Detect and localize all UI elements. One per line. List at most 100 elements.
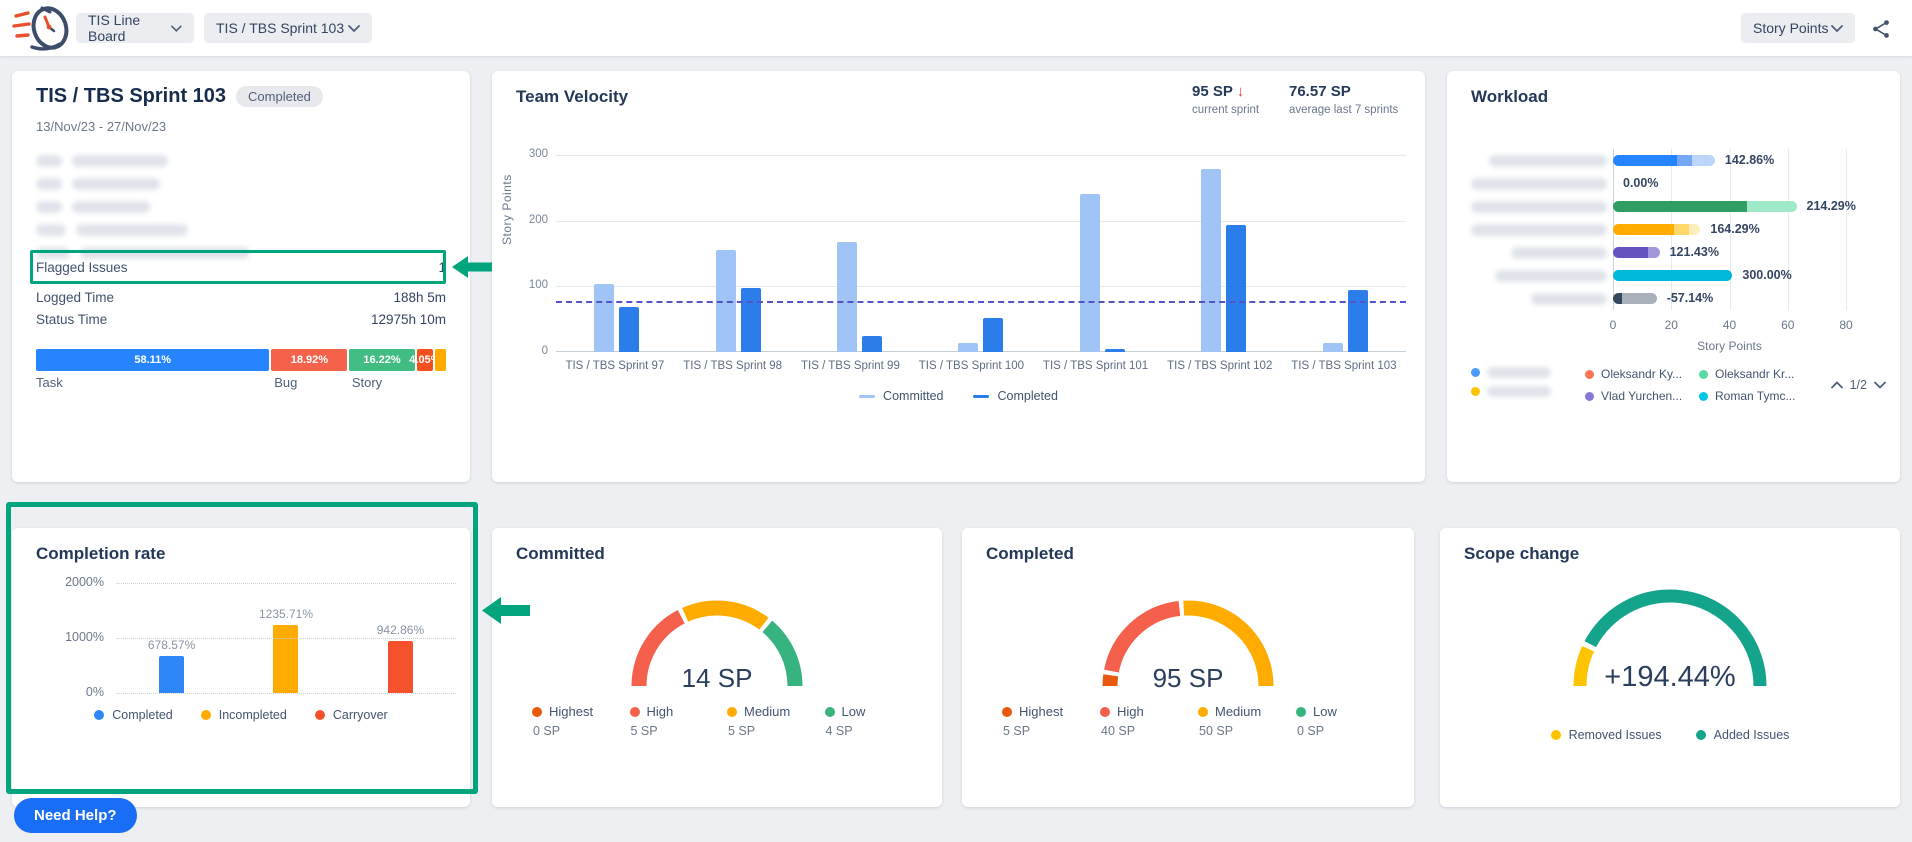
legend-item[interactable]: Oleksandr Kr... xyxy=(1699,367,1803,381)
completed-gauge: 95 SP xyxy=(962,584,1414,696)
legend-item[interactable]: Oleksandr Ky... xyxy=(1585,367,1689,381)
sprint-title: TIS / TBS Sprint 103 xyxy=(36,85,226,108)
workload-value-label: 300.00% xyxy=(1742,268,1791,282)
legend-item-removed-issues[interactable]: Removed Issues xyxy=(1551,728,1662,742)
average-velocity-line xyxy=(556,301,1406,303)
share-button[interactable] xyxy=(1868,16,1894,42)
legend-item-medium[interactable]: Medium50 SP xyxy=(1198,704,1296,738)
gridline xyxy=(116,583,456,584)
status-time-row: Status Time 12975h 10m xyxy=(36,312,446,327)
legend-item-medium[interactable]: Medium5 SP xyxy=(727,704,825,738)
workload-bar-segment xyxy=(1648,247,1660,258)
legend-item-committed[interactable]: Committed xyxy=(859,389,943,403)
workload-row: -57.14% xyxy=(1471,287,1876,310)
legend-item-high[interactable]: High40 SP xyxy=(1100,704,1198,738)
legend-column: Oleksandr Ky... Vlad Yurchen... xyxy=(1585,367,1689,403)
issue-type-segment-other xyxy=(435,349,446,371)
unit-selector-label: Story Points xyxy=(1753,20,1828,36)
legend-dot xyxy=(1100,707,1110,717)
completion-bar-column: 1235.71% xyxy=(259,607,313,693)
blurred-value xyxy=(72,178,160,190)
legend-item-completed[interactable]: Completed xyxy=(973,389,1057,403)
issue-type-label: Task xyxy=(36,375,63,390)
legend-dot xyxy=(1699,392,1708,401)
x-axis-tick: 80 xyxy=(1839,318,1852,332)
legend-item[interactable] xyxy=(1471,386,1575,397)
workload-bar-segment xyxy=(1747,201,1797,212)
legend-dot xyxy=(1471,368,1480,377)
unit-selector-dropdown[interactable]: Story Points xyxy=(1741,13,1855,43)
legend-item-incompleted[interactable]: Incompleted xyxy=(201,708,287,722)
legend-item-high[interactable]: High5 SP xyxy=(630,704,728,738)
average-velocity-stat: 76.57 SP average last 7 sprints xyxy=(1289,83,1398,116)
workload-row: 164.29% xyxy=(1471,218,1876,241)
legend-page-up-button[interactable] xyxy=(1831,381,1843,389)
completed-total-value: 95 SP xyxy=(962,663,1414,694)
board-selector-label: TIS Line Board xyxy=(88,12,171,44)
workload-bar-segment xyxy=(1613,247,1648,258)
velocity-bar-group xyxy=(1323,290,1368,352)
completed-title: Completed xyxy=(986,544,1074,564)
legend-label: Low xyxy=(842,704,866,719)
y-axis-tick: 200 xyxy=(512,214,548,226)
scope-change-legend: Removed Issues Added Issues xyxy=(1440,728,1900,742)
need-help-button[interactable]: Need Help? xyxy=(14,798,137,833)
velocity-bar-group xyxy=(837,242,882,352)
legend-item[interactable]: Roman Tymc... xyxy=(1699,389,1803,403)
scope-change-gauge: +194.44% xyxy=(1440,574,1900,696)
blurred-assignee-name xyxy=(1471,241,1607,264)
legend-item-completed[interactable]: Completed xyxy=(94,708,172,722)
chevron-down-icon xyxy=(1831,25,1843,32)
velocity-bar-group xyxy=(594,284,639,352)
workload-bar xyxy=(1613,293,1657,304)
committed-card: Committed 14 SP Highest0 SPHigh5 SPMediu… xyxy=(492,528,942,807)
workload-chart: 142.86%0.00%214.29%164.29%121.43%300.00%… xyxy=(1471,149,1876,310)
legend-column xyxy=(1471,367,1575,403)
trend-down-icon: ↓ xyxy=(1237,83,1245,100)
average-velocity-value: 76.57 SP xyxy=(1289,83,1398,100)
legend-label: Low xyxy=(1313,704,1337,719)
legend-item[interactable]: Vlad Yurchen... xyxy=(1585,389,1689,403)
workload-bar-track: 214.29% xyxy=(1613,195,1876,218)
issue-type-segment-story: 16.22% xyxy=(349,349,414,371)
legend-item-carryover[interactable]: Carryover xyxy=(315,708,388,722)
completion-bar-column: 678.57% xyxy=(148,638,195,693)
issue-type-segment-task: 58.11% xyxy=(36,349,269,371)
chevron-down-icon xyxy=(348,25,360,32)
x-axis-tick: 40 xyxy=(1723,318,1736,332)
workload-bar-segment xyxy=(1613,270,1732,281)
sprint-selector-dropdown[interactable]: TIS / TBS Sprint 103 xyxy=(204,13,372,43)
velocity-bar-committed xyxy=(1323,343,1343,352)
workload-value-label: -57.14% xyxy=(1667,291,1714,305)
legend-item-low[interactable]: Low4 SP xyxy=(825,704,923,738)
workload-card: Workload 142.86%0.00%214.29%164.29%121.4… xyxy=(1447,71,1900,482)
blurred-label xyxy=(36,224,66,236)
blurred-detail-row xyxy=(36,178,160,190)
workload-row: 121.43% xyxy=(1471,241,1876,264)
legend-item[interactable] xyxy=(1471,367,1575,378)
y-axis-tick: 1000% xyxy=(44,630,104,644)
legend-item-low[interactable]: Low0 SP xyxy=(1296,704,1394,738)
legend-label: Highest xyxy=(1019,704,1063,719)
legend-label: Completed xyxy=(112,708,172,722)
legend-page-down-button[interactable] xyxy=(1874,381,1886,389)
share-icon xyxy=(1870,18,1892,40)
velocity-chart: 0100200300 xyxy=(556,155,1406,352)
legend-item-highest[interactable]: Highest0 SP xyxy=(532,704,630,738)
velocity-bar-group xyxy=(958,318,1003,352)
legend-dot xyxy=(630,707,640,717)
completion-rate-legend: Completed Incompleted Carryover xyxy=(12,708,470,722)
workload-row: 300.00% xyxy=(1471,264,1876,287)
workload-value-label: 0.00% xyxy=(1623,176,1658,190)
legend-dot xyxy=(1585,370,1594,379)
velocity-bar-committed xyxy=(594,284,614,352)
workload-bar-segment xyxy=(1613,201,1747,212)
workload-value-label: 164.29% xyxy=(1710,222,1759,236)
issue-type-labels: TaskBugStory xyxy=(36,375,446,391)
board-selector-dropdown[interactable]: TIS Line Board xyxy=(76,13,194,43)
blurred-label xyxy=(36,155,62,167)
legend-item-added-issues[interactable]: Added Issues xyxy=(1696,728,1790,742)
legend-item-highest[interactable]: Highest5 SP xyxy=(1002,704,1100,738)
blurred-assignee-name xyxy=(1471,172,1607,195)
sprint-status-badge: Completed xyxy=(236,86,323,107)
